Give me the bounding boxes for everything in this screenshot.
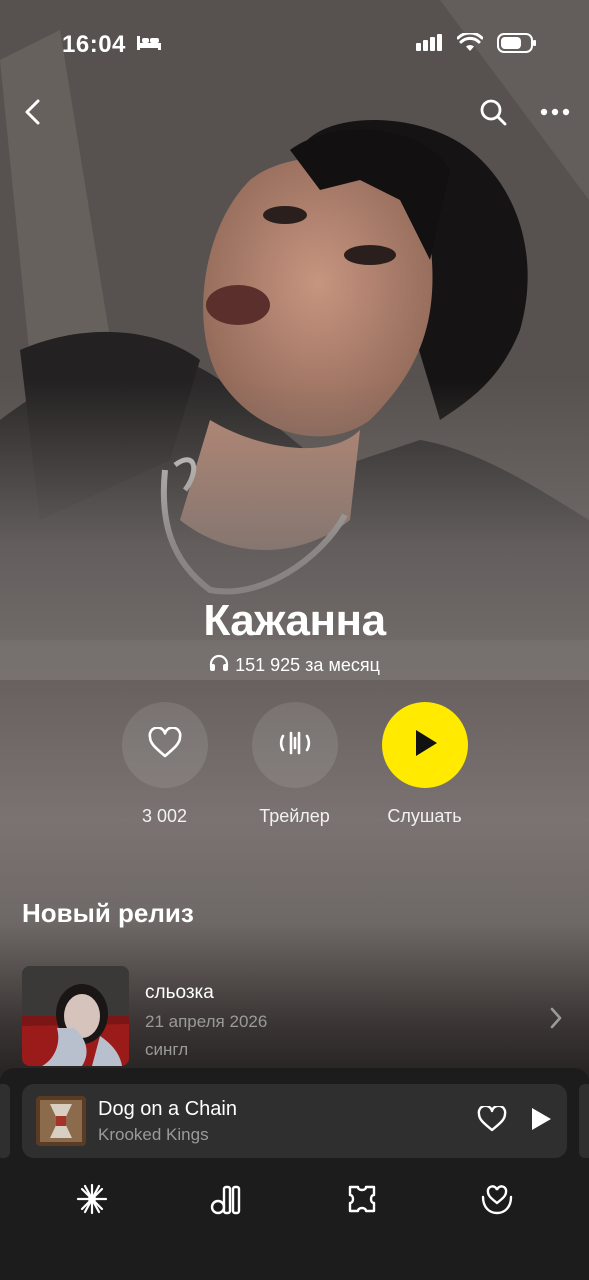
- waveform-icon: [277, 727, 313, 764]
- signal-icon: [415, 33, 443, 58]
- release-cover: [22, 966, 129, 1066]
- more-icon[interactable]: [537, 94, 573, 130]
- tab-favorites[interactable]: [472, 1176, 522, 1226]
- status-time: 16:04: [62, 31, 126, 58]
- chevron-right-icon: [549, 1006, 563, 1035]
- tab-podcasts[interactable]: [337, 1176, 387, 1226]
- top-navigation: [14, 92, 573, 132]
- tab-collection[interactable]: [202, 1176, 252, 1226]
- favorites-icon: [479, 1181, 515, 1222]
- like-count: 3 002: [141, 806, 188, 826]
- like-action: 3 002: [121, 702, 209, 827]
- mini-play-icon[interactable]: [529, 1106, 553, 1137]
- new-release-item[interactable]: сльозка 21 апреля 2026 сингл: [22, 966, 563, 1066]
- listen-label: Слушать: [387, 806, 462, 826]
- heart-icon: [147, 725, 183, 764]
- trailer-label: Трейлер: [259, 806, 330, 826]
- bed-icon: [136, 34, 162, 57]
- back-icon[interactable]: [14, 94, 50, 130]
- wave-icon: [74, 1181, 110, 1222]
- wifi-icon: [456, 31, 484, 58]
- release-type: сингл: [145, 1040, 189, 1059]
- mini-heart-icon[interactable]: [477, 1104, 507, 1137]
- podcasts-icon: [344, 1181, 380, 1222]
- listen-action: Слушать: [381, 702, 469, 827]
- headphones-icon: [209, 654, 229, 677]
- play-button[interactable]: [381, 702, 468, 788]
- like-button[interactable]: [121, 702, 208, 788]
- listeners-count: 151 925 за месяц: [235, 655, 380, 675]
- mini-player-cover: [36, 1096, 86, 1146]
- trailer-action: Трейлер: [251, 702, 339, 827]
- monthly-listeners: 151 925 за месяц: [0, 654, 589, 677]
- artist-actions: 3 002 Трейлер Слушать: [0, 702, 589, 827]
- release-title: сльозка: [145, 982, 214, 1003]
- next-player-card[interactable]: [579, 1084, 589, 1158]
- now-playing-artist: Krooked Kings: [98, 1124, 209, 1144]
- battery-icon: [497, 32, 537, 59]
- tab-wave[interactable]: [67, 1176, 117, 1226]
- release-date: 21 апреля 2026: [145, 1012, 268, 1031]
- previous-player-card[interactable]: [0, 1084, 10, 1158]
- status-bar: 16:04: [62, 28, 537, 62]
- trailer-button[interactable]: [251, 702, 338, 788]
- mini-player[interactable]: Dog on a Chain Krooked Kings: [22, 1084, 567, 1158]
- artist-name: Кажанна: [203, 596, 386, 645]
- now-playing-title: Dog on a Chain: [98, 1097, 237, 1120]
- play-icon: [410, 727, 440, 764]
- section-title-new-release: Новый релиз: [22, 898, 194, 928]
- collection-icon: [209, 1181, 245, 1222]
- tab-bar: [0, 1176, 589, 1226]
- search-icon[interactable]: [475, 94, 511, 130]
